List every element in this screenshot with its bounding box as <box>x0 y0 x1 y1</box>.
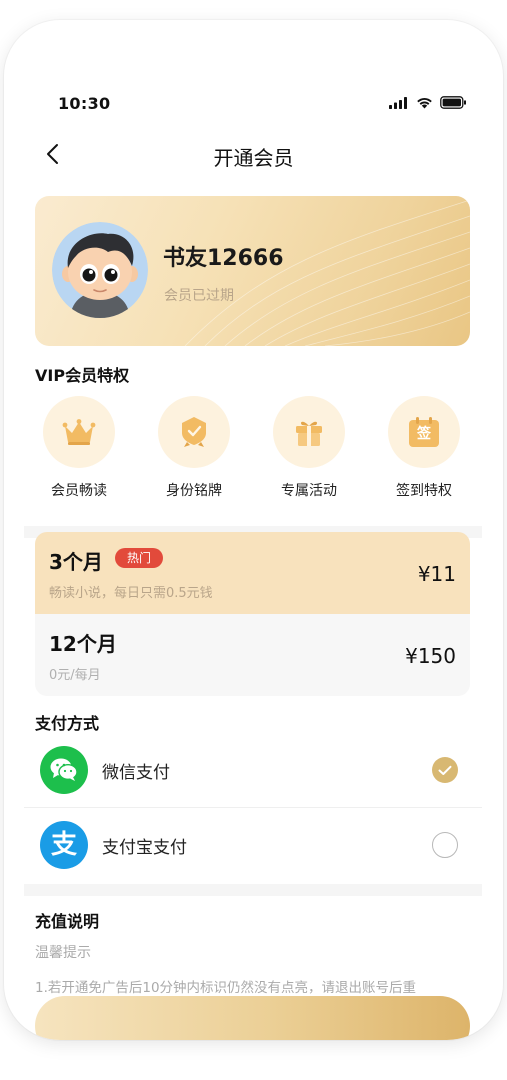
section-divider <box>24 884 482 896</box>
crown-icon <box>62 419 96 445</box>
recharge-section-title: 充值说明 <box>35 912 100 931</box>
vip-privilege-read[interactable]: 会员畅读 <box>33 396 125 500</box>
tip-label: 温馨提示 <box>35 945 91 961</box>
row-divider <box>24 807 482 808</box>
vip-privilege-events[interactable]: 专属活动 <box>263 396 355 500</box>
vip-privilege-label: 会员畅读 <box>51 483 107 499</box>
profile-card: 书友12666 会员已过期 <box>35 196 470 346</box>
plan-option-3-months[interactable]: 3个月 热门 畅读小说，每日只需0.5元钱 ¥11 <box>35 532 470 614</box>
screen: 10:30 开通会员 书友12666 会员已过期 VIP会员特权 会员畅读 身份… <box>4 20 503 1040</box>
battery-icon <box>440 96 466 109</box>
plan-description: 畅读小说，每日只需0.5元钱 <box>49 586 213 601</box>
vip-privilege-checkin[interactable]: 签 签到特权 <box>378 396 470 500</box>
plan-description: 0元/每月 <box>49 668 101 683</box>
plan-name: 12个月 <box>49 632 117 656</box>
user-name: 书友12666 <box>163 246 284 271</box>
payment-option-label: 支付宝支付 <box>102 838 187 858</box>
wechat-pay-icon <box>40 746 88 794</box>
plan-price: ¥150 <box>405 644 456 668</box>
check-icon <box>438 765 452 775</box>
payment-option-wechat[interactable]: 微信支付 <box>24 734 482 806</box>
radio-unchecked[interactable] <box>432 832 458 858</box>
vip-privilege-badge[interactable]: 身份铭牌 <box>148 396 240 500</box>
plan-name: 3个月 <box>49 550 103 574</box>
gift-icon <box>296 421 322 446</box>
vip-privilege-label: 身份铭牌 <box>166 483 222 499</box>
plan-option-12-months[interactable]: 12个月 0元/每月 ¥150 <box>35 614 470 696</box>
radio-checked[interactable] <box>432 757 458 783</box>
wifi-icon <box>417 97 432 108</box>
tip-text: 1.若开通免广告后10分钟内标识仍然没有点亮，请退出账号后重 <box>35 980 417 996</box>
checkin-calendar-icon: 签 <box>409 417 439 447</box>
avatar <box>52 222 148 318</box>
payment-option-label: 微信支付 <box>102 763 170 783</box>
vip-privilege-label: 专属活动 <box>281 483 337 499</box>
status-time: 10:30 <box>58 94 111 113</box>
page-title: 开通会员 <box>213 146 294 170</box>
alipay-icon: 支 <box>40 821 88 869</box>
hot-badge: 热门 <box>115 548 164 568</box>
pay-button[interactable] <box>35 996 470 1040</box>
payment-option-alipay[interactable]: 支 支付宝支付 <box>24 809 482 881</box>
member-status: 会员已过期 <box>164 288 234 304</box>
badge-icon <box>182 417 206 447</box>
payment-section-title: 支付方式 <box>35 714 100 733</box>
plan-price: ¥11 <box>417 562 456 586</box>
status-icons <box>389 96 467 109</box>
cellular-signal-icon <box>389 96 407 109</box>
vip-section-title: VIP会员特权 <box>35 366 130 385</box>
vip-privilege-label: 签到特权 <box>396 483 452 499</box>
phone-frame: 10:30 开通会员 书友12666 会员已过期 VIP会员特权 会员畅读 身份… <box>4 20 503 1040</box>
